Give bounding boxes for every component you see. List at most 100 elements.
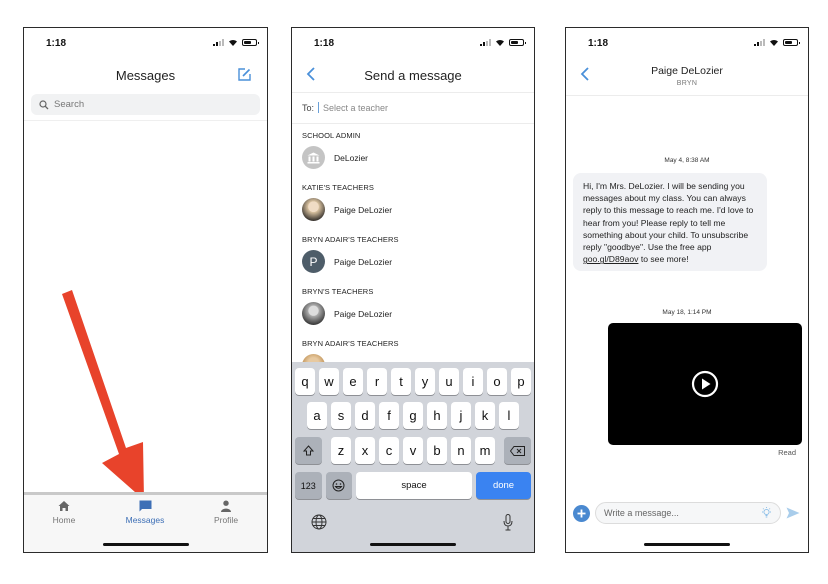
message-timestamp: May 4, 8:38 AM <box>664 157 710 164</box>
globe-icon[interactable] <box>311 514 327 530</box>
text-cursor <box>318 102 320 113</box>
play-icon[interactable] <box>691 370 719 398</box>
key-v[interactable]: v <box>403 437 423 464</box>
recipient-placeholder: Select a teacher <box>323 102 389 113</box>
key-g[interactable]: g <box>403 402 423 429</box>
key-x[interactable]: x <box>355 437 375 464</box>
onscreen-keyboard: qwertyuiop asdfghjkl zxcvbnm 123 space d… <box>292 362 534 552</box>
contact-item[interactable]: Paige DeLozier <box>302 198 392 221</box>
compose-icon[interactable] <box>238 68 251 81</box>
key-b[interactable]: b <box>427 437 447 464</box>
status-time: 1:18 <box>588 38 609 49</box>
key-m[interactable]: m <box>475 437 495 464</box>
backspace-key[interactable] <box>504 437 531 464</box>
avatar: P <box>302 250 325 273</box>
section-header: BRYN ADAIR'S TEACHERS <box>302 339 399 348</box>
key-f[interactable]: f <box>379 402 399 429</box>
divider <box>292 92 534 93</box>
keyboard-row-4: 123 space done <box>292 472 534 499</box>
key-p[interactable]: p <box>511 368 531 395</box>
status-bar: 1:18 <box>566 28 808 58</box>
key-c[interactable]: c <box>379 437 399 464</box>
add-attachment-button[interactable] <box>573 504 590 522</box>
key-j[interactable]: j <box>451 402 471 429</box>
tab-messages[interactable]: Messages <box>110 500 180 525</box>
key-y[interactable]: y <box>415 368 435 395</box>
search-input[interactable]: Search <box>31 94 260 115</box>
tab-profile[interactable]: Profile <box>191 500 261 525</box>
lightbulb-icon[interactable] <box>761 507 772 519</box>
contact-name: Paige DeLozier <box>334 308 393 319</box>
school-building-icon <box>307 152 320 163</box>
emoji-icon <box>332 479 345 492</box>
section-header: KATIE'S TEACHERS <box>302 183 374 192</box>
keyboard-row-2: asdfghjkl <box>292 402 534 429</box>
tab-label: Profile <box>213 515 239 525</box>
red-annotation-arrow-icon <box>62 290 144 500</box>
contact-subtitle: BRYN <box>676 80 698 87</box>
emoji-key[interactable] <box>325 472 353 499</box>
recipient-field[interactable]: To: Select a teacher <box>302 102 388 113</box>
key-n[interactable]: n <box>451 437 471 464</box>
key-k[interactable]: k <box>475 402 495 429</box>
message-bubble: Hi, I'm Mrs. DeLozier. I will be sending… <box>573 173 767 272</box>
contact-item[interactable]: P Paige DeLozier <box>302 250 392 273</box>
key-z[interactable]: z <box>331 437 351 464</box>
contact-item[interactable]: DeLozier <box>302 146 368 169</box>
home-indicator <box>370 543 456 546</box>
space-key[interactable]: space <box>356 472 472 499</box>
tab-home[interactable]: Home <box>29 500 99 525</box>
battery-icon <box>509 38 526 46</box>
home-indicator <box>644 543 730 546</box>
video-message[interactable] <box>608 323 802 445</box>
contact-name: DeLozier <box>334 152 369 163</box>
wifi-icon <box>228 38 238 46</box>
divider <box>566 95 808 96</box>
key-t[interactable]: t <box>391 368 411 395</box>
message-link[interactable]: goo.gl/D89aov <box>583 254 638 264</box>
key-r[interactable]: r <box>367 368 387 395</box>
message-timestamp: May 18, 1:14 PM <box>662 309 712 316</box>
message-text: to see more! <box>638 254 689 265</box>
cellular-signal-icon <box>213 38 224 46</box>
search-placeholder: Search <box>54 99 85 110</box>
to-label: To: <box>302 102 315 113</box>
key-i[interactable]: i <box>463 368 483 395</box>
message-placeholder: Write a message... <box>604 508 679 518</box>
key-o[interactable]: o <box>487 368 507 395</box>
numbers-key[interactable]: 123 <box>295 472 322 499</box>
key-u[interactable]: u <box>439 368 459 395</box>
status-time: 1:18 <box>314 38 335 49</box>
key-d[interactable]: d <box>355 402 375 429</box>
key-s[interactable]: s <box>331 402 351 429</box>
status-bar: 1:18 <box>292 28 534 58</box>
contact-item[interactable]: Paige DeLozier <box>302 302 392 325</box>
wifi-icon <box>495 38 505 46</box>
key-w[interactable]: w <box>319 368 339 395</box>
key-h[interactable]: h <box>427 402 447 429</box>
divider <box>24 120 267 121</box>
chat-bubble-icon <box>139 500 151 512</box>
done-key[interactable]: done <box>476 472 532 499</box>
message-text: Hi, I'm Mrs. DeLozier. I will be sending… <box>583 181 754 253</box>
battery-icon <box>242 38 259 46</box>
cellular-signal-icon <box>754 38 765 46</box>
send-icon[interactable] <box>786 507 800 519</box>
status-bar: 1:18 <box>24 28 267 58</box>
section-header: BRYN ADAIR'S TEACHERS <box>302 235 399 244</box>
key-a[interactable]: a <box>307 402 327 429</box>
keyboard-row-1: qwertyuiop <box>292 368 534 395</box>
messages-screen: 1:18 Messages Search Home Messages Profi… <box>23 27 268 553</box>
section-header: BRYN'S TEACHERS <box>302 287 374 296</box>
message-input[interactable]: Write a message... <box>595 502 781 524</box>
key-l[interactable]: l <box>499 402 519 429</box>
microphone-icon[interactable] <box>503 514 513 531</box>
contact-name: Paige DeLozier <box>334 256 393 267</box>
person-icon <box>221 500 231 512</box>
contact-name: Paige DeLozier <box>651 65 723 77</box>
shift-key[interactable] <box>295 437 322 464</box>
key-e[interactable]: e <box>343 368 363 395</box>
key-q[interactable]: q <box>295 368 315 395</box>
home-icon <box>58 501 70 511</box>
avatar <box>302 198 325 221</box>
